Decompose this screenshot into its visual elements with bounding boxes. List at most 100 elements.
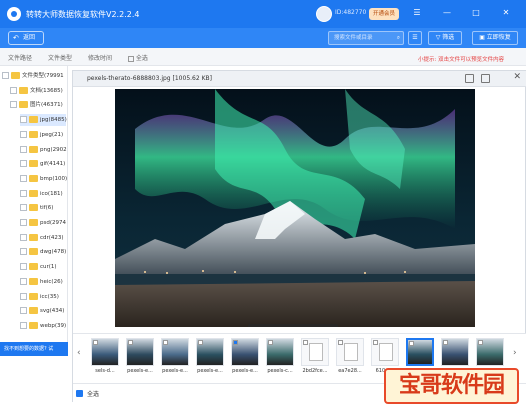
tree-checkbox[interactable]	[2, 72, 9, 79]
thumbnail[interactable]	[371, 338, 399, 366]
thumbnail[interactable]	[406, 338, 434, 366]
thumbnail-checkbox[interactable]	[93, 340, 98, 345]
minimize-icon[interactable]: —	[442, 8, 452, 18]
tree-item[interactable]: cur(1)	[20, 261, 66, 273]
tab-file-path[interactable]: 文件路径	[8, 53, 32, 62]
back-button[interactable]: ↶ 返回	[8, 31, 44, 45]
tree-item-label: 图片(46371)	[30, 102, 63, 109]
search-icon[interactable]: ⌕	[397, 32, 400, 44]
tree-item[interactable]: 文档(13685)	[10, 85, 66, 97]
close-icon[interactable]: ✕	[501, 8, 511, 18]
thumbnail[interactable]	[196, 338, 224, 366]
thumbnail-checkbox[interactable]	[163, 340, 168, 345]
tree-item[interactable]: svg(434)	[20, 305, 66, 317]
list-view-button[interactable]: ☰	[408, 31, 422, 45]
thumbnail[interactable]	[231, 338, 259, 366]
tree-checkbox[interactable]	[20, 116, 27, 124]
tree-item[interactable]: tif(6)	[20, 202, 66, 214]
thumbnail-checkbox[interactable]	[478, 340, 483, 345]
tree-checkbox[interactable]	[20, 130, 27, 138]
select-all-tab[interactable]: 全选	[128, 53, 148, 62]
menu-icon[interactable]: ☰	[412, 8, 422, 18]
next-thumbnail-icon[interactable]: ›	[513, 348, 517, 358]
tree-item[interactable]: ico(181)	[20, 188, 66, 200]
tree-item[interactable]: webp(39)	[20, 320, 66, 332]
tree-item[interactable]: heic(26)	[20, 276, 66, 288]
tree-item-label: png(2902	[40, 146, 67, 153]
select-all-checkbox-bottom[interactable]	[76, 390, 83, 397]
thumbnail[interactable]	[301, 338, 329, 366]
tree-checkbox[interactable]	[20, 233, 27, 241]
tree-item[interactable]: dwg(478)	[20, 246, 66, 258]
restore-button[interactable]: ▣ 立即恢复	[472, 31, 518, 45]
thumbnail-checkbox[interactable]	[303, 340, 308, 345]
folder-icon	[29, 292, 38, 300]
tree-checkbox[interactable]	[20, 189, 27, 197]
feedback-link[interactable]: 找不到想要的数据? 试	[0, 342, 68, 356]
tree-checkbox[interactable]	[20, 204, 27, 212]
thumbnail[interactable]	[266, 338, 294, 366]
tree-checkbox[interactable]	[20, 292, 27, 300]
tree-item[interactable]: jpeg(21)	[20, 129, 66, 141]
tree-item[interactable]: gif(4141)	[20, 158, 66, 170]
thumbnail-checkbox[interactable]	[409, 341, 414, 346]
thumbnail-label: pexels-e...	[162, 368, 188, 374]
tree-item-label: cdr(423)	[40, 234, 64, 241]
tree-checkbox[interactable]	[20, 321, 27, 329]
save-icon[interactable]	[481, 74, 490, 83]
thumbnail-checkbox[interactable]	[268, 340, 273, 345]
folder-icon	[29, 160, 38, 168]
tree-checkbox[interactable]	[20, 248, 27, 256]
preview-close-icon[interactable]: ✕	[513, 72, 521, 82]
thumbnail[interactable]	[336, 338, 364, 366]
maximize-icon[interactable]: □	[471, 8, 481, 18]
tree-item-label: svg(434)	[40, 308, 65, 315]
tree-item[interactable]: psd(2974	[20, 217, 66, 229]
tree-item[interactable]: cdr(423)	[20, 232, 66, 244]
thumbnail[interactable]	[476, 338, 504, 366]
tree-item[interactable]: 图片(46371)	[10, 99, 66, 111]
file-type-tree: 文件类型(79991 文档(13685) 图片(46371) jpg(8485) jpe…	[0, 66, 68, 344]
tree-checkbox[interactable]	[20, 263, 27, 271]
tree-item-label: cur(1)	[40, 264, 57, 271]
tree-checkbox[interactable]	[20, 307, 27, 315]
thumbnail-checkbox[interactable]	[128, 340, 133, 345]
folder-icon	[29, 130, 38, 138]
filter-icon: ▽	[435, 34, 441, 41]
tree-item[interactable]: bmp(100)	[20, 173, 68, 185]
thumbnail-checkbox[interactable]	[198, 340, 203, 345]
tree-item[interactable]: 文件类型(79991	[2, 70, 66, 82]
tree-checkbox[interactable]	[10, 86, 17, 94]
prev-thumbnail-icon[interactable]: ‹	[77, 348, 81, 358]
tree-item[interactable]: icc(35)	[20, 291, 66, 303]
tree-checkbox[interactable]	[20, 160, 27, 168]
tree-checkbox[interactable]	[10, 101, 17, 109]
preview-filename: pexels-therato-6888803.jpg [1005.62 KB]	[87, 75, 212, 82]
thumbnail-checkbox[interactable]	[233, 340, 238, 345]
thumbnail[interactable]	[441, 338, 469, 366]
tree-checkbox[interactable]	[20, 219, 27, 226]
avatar[interactable]	[316, 6, 332, 22]
folder-icon	[19, 101, 28, 109]
tree-item[interactable]: png(2902	[20, 144, 67, 156]
tree-item-label: bmp(100)	[40, 175, 68, 182]
thumbnail-checkbox[interactable]	[373, 340, 378, 345]
select-all-checkbox[interactable]	[128, 55, 134, 62]
filter-button[interactable]: ▽ 筛选	[428, 31, 462, 45]
folder-icon	[29, 277, 38, 285]
vip-button[interactable]: 开通会员	[369, 8, 399, 20]
tree-checkbox[interactable]	[20, 174, 27, 182]
tree-item[interactable]: jpg(8485)	[20, 114, 67, 127]
thumbnail-checkbox[interactable]	[338, 340, 343, 345]
tab-file-type[interactable]: 文件类型	[48, 53, 72, 62]
back-arrow-icon: ↶	[13, 34, 19, 42]
tree-checkbox[interactable]	[20, 145, 27, 153]
thumbnail-checkbox[interactable]	[443, 340, 448, 345]
thumbnail[interactable]	[161, 338, 189, 366]
export-icon[interactable]	[465, 74, 474, 83]
thumbnail[interactable]	[126, 338, 154, 366]
tab-modified-time[interactable]: 修改时间	[88, 53, 112, 62]
thumbnail[interactable]	[91, 338, 119, 366]
search-input[interactable]: 搜索文件或目录 ⌕	[328, 31, 404, 45]
tree-checkbox[interactable]	[20, 277, 27, 285]
